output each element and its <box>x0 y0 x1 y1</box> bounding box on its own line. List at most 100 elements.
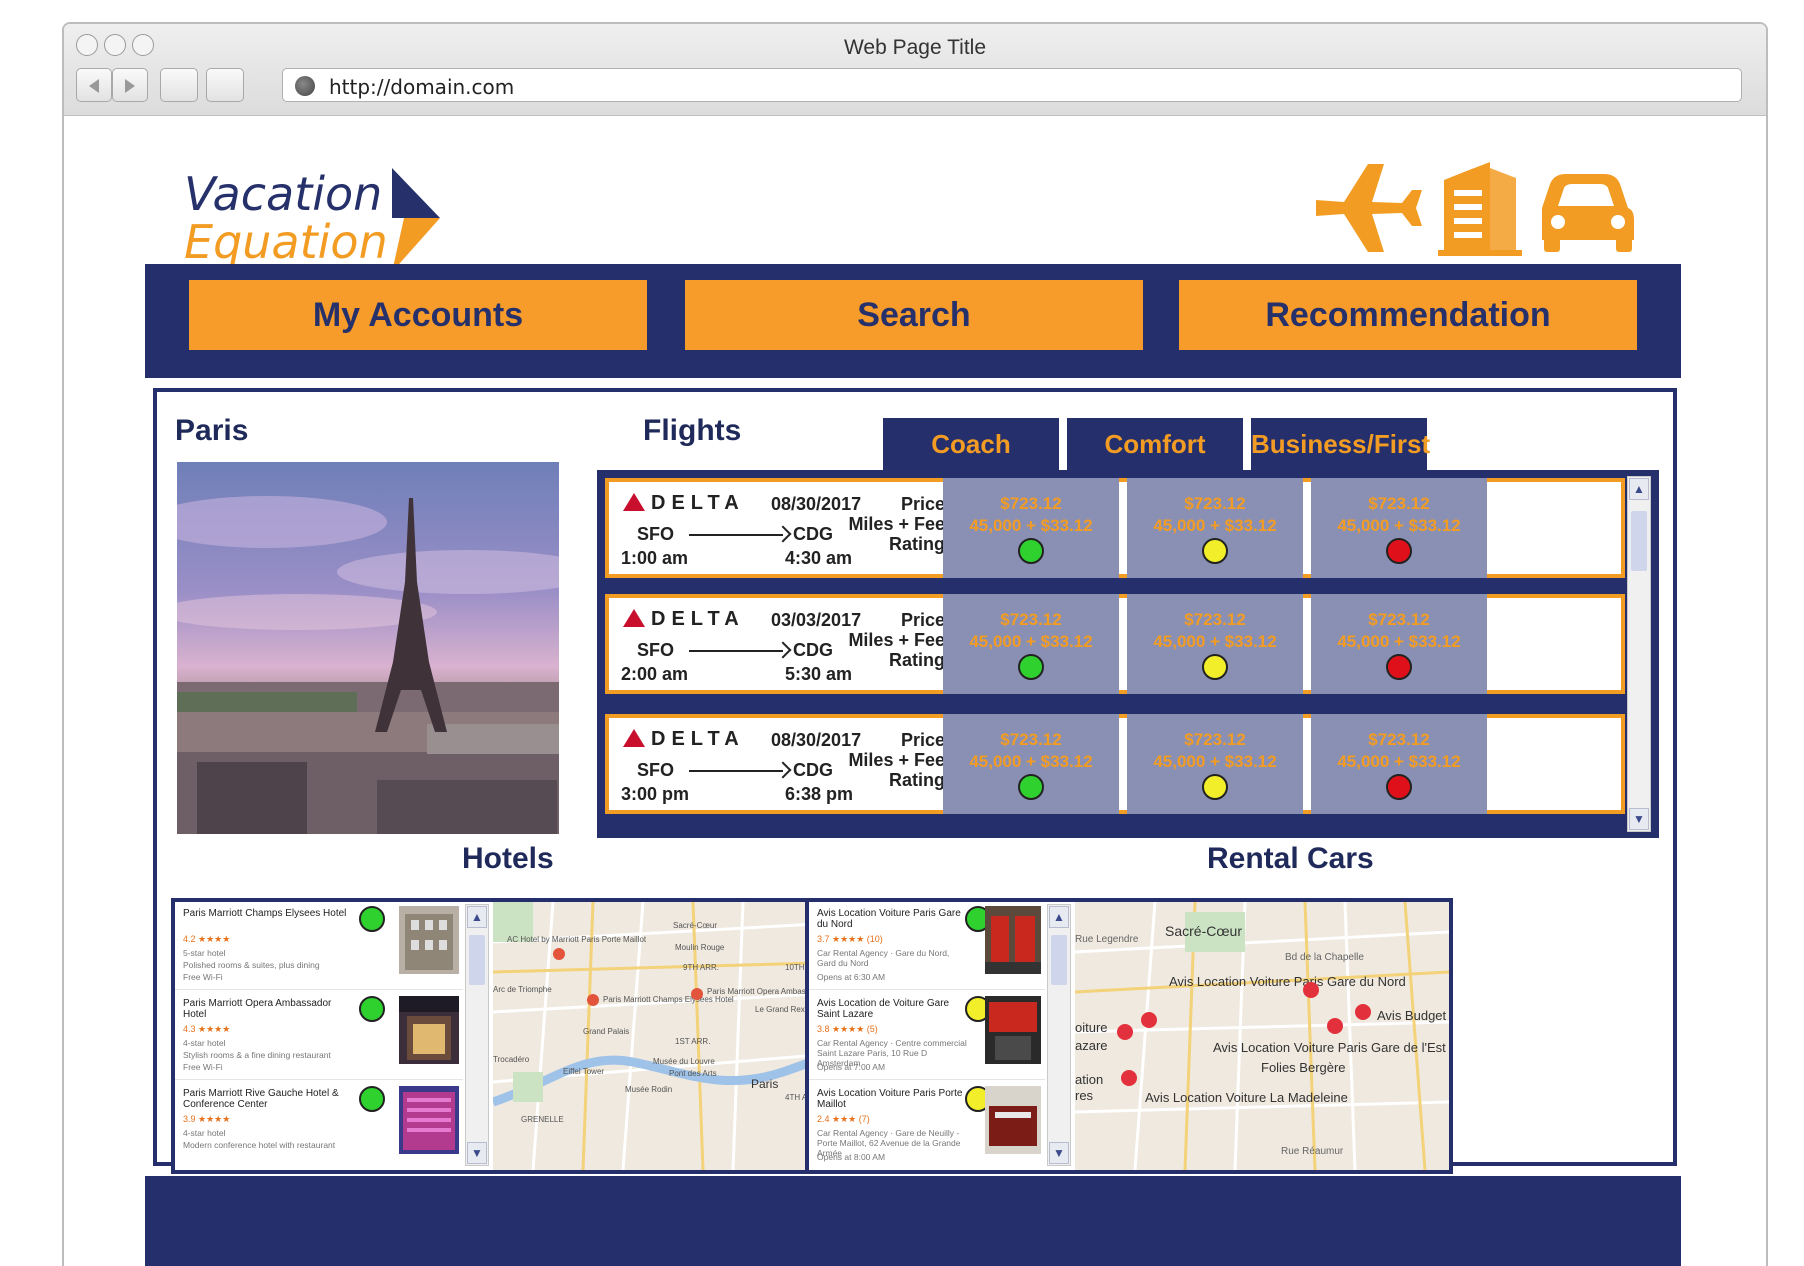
car-rental-pin-icon[interactable] <box>1327 1018 1343 1034</box>
fare-comfort[interactable]: $723.12 45,000 + $33.12 <box>1127 594 1303 694</box>
car-rental-pin-icon[interactable] <box>1141 1012 1157 1028</box>
map-label: ation <box>1075 1072 1103 1087</box>
flight-row[interactable]: DELTA 08/30/2017 SFO CDG 1:00 am 4:30 am… <box>605 478 1625 578</box>
hotel-photo <box>399 906 459 974</box>
flights-title: Flights <box>643 414 742 447</box>
rental-list-item[interactable]: Avis Location Voiture Paris Porte Maillo… <box>809 1082 1045 1170</box>
car-rental-pin-icon[interactable] <box>1121 1070 1137 1086</box>
flight-row[interactable]: DELTA 03/03/2017 SFO CDG 2:00 am 5:30 am… <box>605 594 1625 694</box>
price-label: Price <box>900 494 945 514</box>
hotel-rating: 3.9 ★★★★ <box>183 1114 231 1124</box>
scroll-up-button[interactable]: ▲ <box>1629 478 1649 500</box>
hotel-class: 5-star hotel <box>183 948 226 958</box>
main-nav: My Accounts Search Recommendation <box>145 264 1681 378</box>
rating-indicator-red <box>1386 654 1412 680</box>
rental-list-item[interactable]: Avis Location Voiture Paris Gare du Nord… <box>809 902 1045 990</box>
fare-coach[interactable]: $723.12 45,000 + $33.12 <box>943 714 1119 814</box>
map-label: Musée du Louvre <box>653 1057 715 1066</box>
depart-time: 2:00 am <box>621 664 689 684</box>
origin-code: SFO <box>637 760 675 780</box>
rental-hours: Opens at 8:00 AM <box>817 1152 886 1162</box>
my-accounts-button[interactable]: My Accounts <box>189 280 647 350</box>
depart-time: 1:00 am <box>621 548 689 568</box>
search-button[interactable]: Search <box>685 280 1143 350</box>
hotels-scrollbar[interactable]: ▲ ▼ <box>465 904 489 1166</box>
rental-scrollbar[interactable]: ▲ ▼ <box>1047 904 1071 1166</box>
delta-logo-icon <box>623 729 645 747</box>
map-label: azare <box>1075 1038 1108 1053</box>
hotel-map-pin-icon[interactable] <box>691 988 703 1000</box>
scroll-up-button[interactable]: ▲ <box>1049 906 1069 928</box>
rental-cars-map[interactable]: Sacré-Cœur Bd de la Chapelle Avis Locati… <box>1075 902 1449 1170</box>
fare-coach[interactable]: $723.12 45,000 + $33.12 <box>943 594 1119 694</box>
hotel-map-pin-icon[interactable] <box>587 994 599 1006</box>
route-arrow-icon <box>689 650 783 652</box>
fare-business[interactable]: $723.12 45,000 + $33.12 <box>1311 478 1487 578</box>
hotel-map-pin-icon[interactable] <box>553 948 565 960</box>
toolbar-button-1[interactable] <box>160 68 198 102</box>
route-arrowhead <box>774 641 792 659</box>
fare-miles: 45,000 + $33.12 <box>1337 752 1461 771</box>
class-header-business: Business/First <box>1251 418 1430 470</box>
car-rental-pin-icon[interactable] <box>1355 1004 1371 1020</box>
route-arrow-icon <box>689 534 783 536</box>
hotel-rating: 4.3 ★★★★ <box>183 1024 231 1034</box>
fare-business[interactable]: $723.12 45,000 + $33.12 <box>1311 594 1487 694</box>
flight-row[interactable]: DELTA 08/30/2017 SFO CDG 3:00 pm 6:38 pm… <box>605 714 1625 814</box>
flights-results: DELTA 08/30/2017 SFO CDG 1:00 am 4:30 am… <box>597 470 1659 838</box>
miles-label: Miles + Fee <box>848 750 945 770</box>
address-bar[interactable]: http://domain.com <box>282 68 1742 102</box>
browser-window: Web Page Title http://domain.com Vacatio… <box>62 22 1768 1266</box>
hotel-building-icon <box>1438 162 1522 256</box>
rental-rating: 2.4 ★★★ (7) <box>817 1114 870 1124</box>
rating-indicator-yellow <box>1202 538 1228 564</box>
fare-coach[interactable]: $723.12 45,000 + $33.12 <box>943 478 1119 578</box>
map-label: Moulin Rouge <box>675 943 725 952</box>
map-label: Musée Rodin <box>625 1085 672 1094</box>
hotel-desc: Modern conference hotel with restaurant <box>183 1140 336 1150</box>
rental-list-item[interactable]: Avis Location de Voiture Gare Saint Laza… <box>809 992 1045 1080</box>
scroll-down-button[interactable]: ▼ <box>1629 808 1649 830</box>
fare-price: $723.12 <box>1368 494 1430 513</box>
scroll-thumb[interactable] <box>1631 511 1647 571</box>
hotel-indicator-green <box>359 906 385 932</box>
hotel-list-item[interactable]: Paris Marriott Champs Elysees Hotel 4.2 … <box>175 902 463 990</box>
price-label: Price <box>900 730 945 750</box>
scroll-thumb[interactable] <box>1051 935 1067 985</box>
scroll-down-button[interactable]: ▼ <box>1049 1142 1069 1164</box>
fare-comfort[interactable]: $723.12 45,000 + $33.12 <box>1127 714 1303 814</box>
hotel-list-item[interactable]: Paris Marriott Opera Ambassador Hotel 4.… <box>175 992 463 1080</box>
scroll-down-button[interactable]: ▼ <box>467 1142 487 1164</box>
rental-hours: Opens at 7:00 AM <box>817 1062 886 1072</box>
recommendation-button[interactable]: Recommendation <box>1179 280 1637 350</box>
fare-business[interactable]: $723.12 45,000 + $33.12 <box>1311 714 1487 814</box>
scroll-thumb[interactable] <box>469 935 485 985</box>
depart-time: 3:00 pm <box>621 784 690 804</box>
destination-title: Paris <box>175 414 249 447</box>
fare-price: $723.12 <box>1000 494 1062 513</box>
hotels-map[interactable]: Sacré-Cœur Moulin Rouge 9TH ARR. 10TH AR… <box>493 902 853 1170</box>
car-rental-pin-icon[interactable] <box>1303 982 1319 998</box>
airline-delta: DELTA <box>623 608 745 631</box>
fare-price: $723.12 <box>1368 610 1430 629</box>
globe-icon <box>295 76 315 96</box>
rental-rating: 3.7 ★★★★ (10) <box>817 934 883 944</box>
route-arrowhead <box>774 761 792 779</box>
scroll-up-button[interactable]: ▲ <box>467 906 487 928</box>
back-button[interactable] <box>76 68 112 102</box>
vacation-equation-logo[interactable]: Vacation Equation <box>184 142 454 272</box>
flights-scrollbar[interactable]: ▲ ▼ <box>1627 476 1651 832</box>
map-label: oiture <box>1075 1020 1108 1035</box>
map-label: Avis Location Voiture Paris Gare du Nord <box>1169 974 1406 989</box>
map-label: Trocadéro <box>493 1055 530 1064</box>
fare-price: $723.12 <box>1184 610 1246 629</box>
forward-button[interactable] <box>112 68 148 102</box>
map-label: Avis Location Voiture Paris Gare de l'Es… <box>1213 1040 1446 1055</box>
fare-comfort[interactable]: $723.12 45,000 + $33.12 <box>1127 478 1303 578</box>
content-panel: Paris Flights Coach Comfort Business/Fir… <box>153 388 1677 1174</box>
hotel-list-item[interactable]: Paris Marriott Rive Gauche Hotel & Confe… <box>175 1082 463 1170</box>
car-rental-pin-icon[interactable] <box>1117 1024 1133 1040</box>
fare-miles: 45,000 + $33.12 <box>969 752 1093 771</box>
logo-line2: Equation <box>184 215 388 269</box>
toolbar-button-2[interactable] <box>206 68 244 102</box>
